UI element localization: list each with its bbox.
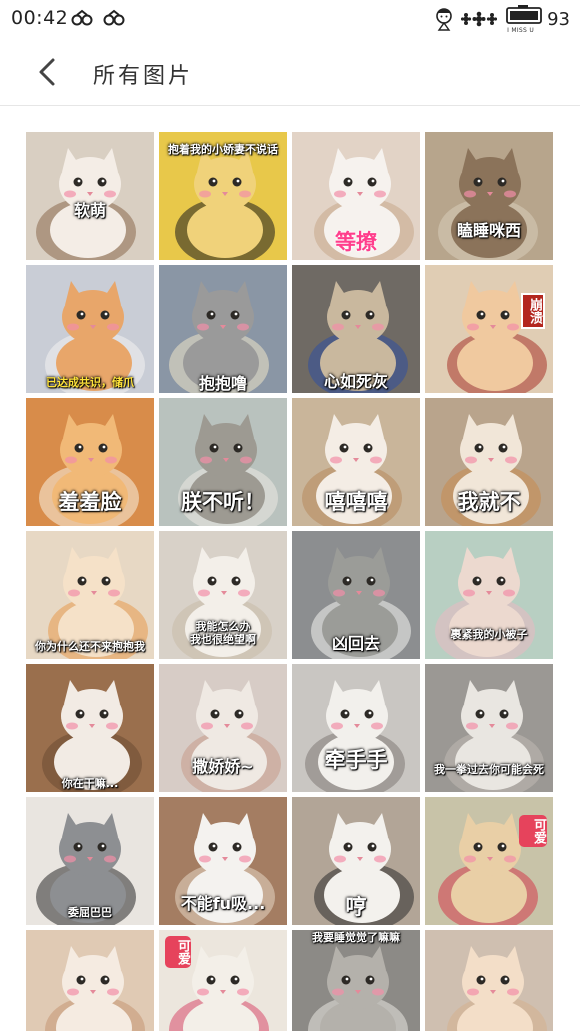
back-button[interactable]	[26, 52, 66, 92]
image-tile[interactable]: 已达成共识，储爪	[26, 265, 154, 393]
image-caption: 瞌睡咪西	[456, 221, 521, 240]
image-caption: 心如死灰	[323, 372, 388, 391]
cat-photo	[425, 930, 553, 1031]
notification-icon	[71, 9, 93, 26]
image-caption: 不能fu吸...	[180, 894, 266, 913]
image-tile[interactable]: 等撩	[292, 132, 420, 260]
image-caption: 我就不	[457, 490, 521, 514]
image-caption: 你在干嘛...	[61, 777, 119, 790]
cat-photo	[292, 930, 420, 1031]
image-tile[interactable]: 朕不听！	[159, 398, 287, 526]
image-tile[interactable]: 牵手手	[292, 664, 420, 792]
image-tile[interactable]: 可爱	[159, 930, 287, 1031]
header: 所有图片	[0, 38, 580, 106]
image-caption: 羞羞脸	[58, 490, 122, 514]
image-tile[interactable]: 我就不	[425, 398, 553, 526]
image-caption: 抱着我的小娇妻不说话	[168, 143, 278, 156]
image-caption: 你为什么还不来抱抱我	[35, 640, 145, 653]
battery-label: I MISS U	[507, 27, 535, 34]
image-caption: 我一拳过去你可能会死	[434, 763, 544, 776]
image-tile[interactable]: 委屈巴巴	[26, 797, 154, 925]
image-tile[interactable]: 裹紧我的小被子	[425, 531, 553, 659]
image-tile[interactable]: 崩溃	[425, 265, 553, 393]
cat-photo	[425, 132, 553, 260]
image-tile[interactable]: 嘻嘻嘻	[292, 398, 420, 526]
image-tile[interactable]: 瞌睡咪西	[425, 132, 553, 260]
flower-icon	[461, 11, 498, 27]
image-caption: 我要睡觉觉了嘛嘛	[312, 931, 400, 944]
image-tile[interactable]	[26, 930, 154, 1031]
image-tile[interactable]: 心如死灰	[292, 265, 420, 393]
cartoon-girl-icon	[436, 8, 452, 31]
cat-photo	[292, 664, 420, 792]
image-caption: 抱抱噜	[198, 374, 247, 393]
status-bar: 00:42 I MISS U 93	[0, 0, 580, 38]
image-tile[interactable]: 不能fu吸...	[159, 797, 287, 925]
image-tile[interactable]: 可爱	[425, 797, 553, 925]
image-caption: 已达成共识，储爪	[46, 376, 134, 389]
image-tile[interactable]: 抱着我的小娇妻不说话	[159, 132, 287, 260]
image-caption: 软萌	[73, 201, 106, 220]
image-caption: 撒娇娇~	[192, 757, 254, 776]
image-caption: 委屈巴巴	[68, 906, 112, 919]
sticker-badge: 可爱	[519, 815, 547, 847]
image-tile[interactable]: 我要睡觉觉了嘛嘛	[292, 930, 420, 1031]
image-tile[interactable]: 我一拳过去你可能会死	[425, 664, 553, 792]
image-tile[interactable]: 我能怎么办 我也很绝望啊	[159, 531, 287, 659]
image-caption: 嘻嘻嘻	[324, 490, 388, 514]
status-right: I MISS U 93	[431, 5, 570, 34]
chevron-left-icon	[39, 58, 55, 86]
image-tile[interactable]: 撒娇娇~	[159, 664, 287, 792]
image-caption: 牵手手	[324, 748, 388, 772]
image-caption: 我能怎么办 我也很绝望啊	[190, 620, 256, 646]
image-caption: 朕不听！	[181, 490, 265, 514]
image-tile[interactable]: 哼	[292, 797, 420, 925]
image-caption: 等撩	[335, 230, 377, 254]
image-tile[interactable]: 凶回去	[292, 531, 420, 659]
sticker-badge: 崩溃	[521, 293, 545, 329]
image-tile[interactable]: 你为什么还不来抱抱我	[26, 531, 154, 659]
cat-photo	[26, 930, 154, 1031]
image-caption: 凶回去	[331, 634, 380, 653]
cat-photo	[26, 265, 154, 393]
image-tile[interactable]: 抱抱噜	[159, 265, 287, 393]
image-tile[interactable]: 羞羞脸	[26, 398, 154, 526]
cat-photo	[26, 664, 154, 792]
notification-icon	[103, 9, 125, 26]
image-tile[interactable]: 软萌	[26, 132, 154, 260]
image-tile[interactable]: 你在干嘛...	[26, 664, 154, 792]
page-title: 所有图片	[93, 64, 194, 89]
battery-level: 93	[547, 8, 570, 30]
status-time: 00:42	[11, 7, 69, 29]
image-grid: 软萌 抱着我的小娇妻不说话等撩 瞌睡咪西已达成共识，储爪 抱抱噜 心如死灰 崩溃羞羞脸 朕不…	[26, 132, 554, 1031]
image-tile[interactable]	[425, 930, 553, 1031]
cat-photo	[26, 132, 154, 260]
battery-icon: I MISS U	[505, 5, 543, 34]
image-caption: 裹紧我的小被子	[450, 628, 528, 641]
cat-photo	[425, 265, 553, 393]
sticker-badge: 可爱	[165, 936, 191, 968]
image-caption: 哼	[345, 895, 367, 919]
